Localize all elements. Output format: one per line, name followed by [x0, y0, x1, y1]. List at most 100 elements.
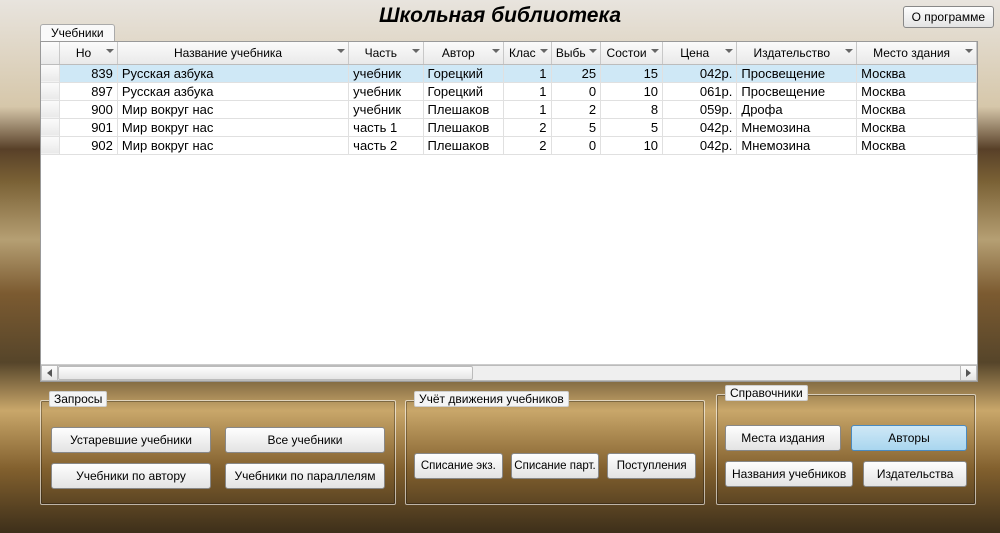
cell-title[interactable]: Мир вокруг нас — [117, 136, 348, 154]
btn-places[interactable]: Места издания — [725, 425, 841, 451]
cell-id[interactable]: 900 — [60, 100, 118, 118]
column-header[interactable]: Автор — [423, 42, 504, 64]
cell-publisher[interactable]: Просвещение — [737, 64, 857, 82]
column-header[interactable]: Место здания — [857, 42, 977, 64]
btn-textbook-names[interactable]: Названия учебников — [725, 461, 853, 487]
column-header[interactable]: Часть — [349, 42, 423, 64]
about-button[interactable]: О программе — [903, 6, 994, 28]
cell-part[interactable]: учебник — [349, 64, 423, 82]
row-selector-cell[interactable] — [41, 100, 60, 118]
cell-id[interactable]: 902 — [60, 136, 118, 154]
column-header[interactable]: Издательство — [737, 42, 857, 64]
dropdown-icon[interactable] — [725, 49, 733, 57]
table-row[interactable]: 902Мир вокруг насчасть 2Плешаков2010042р… — [41, 136, 977, 154]
cell-grade[interactable]: 1 — [504, 82, 551, 100]
cell-author[interactable]: Плешаков — [423, 100, 504, 118]
cell-part[interactable]: часть 2 — [349, 136, 423, 154]
cell-out[interactable]: 25 — [551, 64, 601, 82]
cell-status[interactable]: 10 — [601, 82, 663, 100]
scroll-left-button[interactable] — [41, 365, 58, 381]
cell-author[interactable]: Горецкий — [423, 82, 504, 100]
scroll-track[interactable] — [58, 365, 960, 381]
dropdown-icon[interactable] — [589, 49, 597, 57]
cell-place[interactable]: Москва — [857, 100, 977, 118]
dropdown-icon[interactable] — [651, 49, 659, 57]
cell-id[interactable]: 901 — [60, 118, 118, 136]
btn-outdated-textbooks[interactable]: Устаревшие учебники — [51, 427, 211, 453]
column-header[interactable]: Но — [60, 42, 118, 64]
btn-writeoff-batch[interactable]: Списание парт. — [511, 453, 600, 479]
cell-part[interactable]: учебник — [349, 82, 423, 100]
cell-out[interactable]: 0 — [551, 82, 601, 100]
cell-author[interactable]: Плешаков — [423, 136, 504, 154]
btn-publishers[interactable]: Издательства — [863, 461, 967, 487]
cell-out[interactable]: 5 — [551, 118, 601, 136]
column-header[interactable]: Клас — [504, 42, 551, 64]
scroll-right-button[interactable] — [960, 365, 977, 381]
row-selector-cell[interactable] — [41, 136, 60, 154]
cell-price[interactable]: 042р. — [663, 118, 737, 136]
btn-textbooks-by-parallel[interactable]: Учебники по параллелям — [225, 463, 385, 489]
cell-status[interactable]: 8 — [601, 100, 663, 118]
table-row[interactable]: 900Мир вокруг насучебникПлешаков128059р.… — [41, 100, 977, 118]
cell-id[interactable]: 839 — [60, 64, 118, 82]
cell-part[interactable]: учебник — [349, 100, 423, 118]
cell-price[interactable]: 059р. — [663, 100, 737, 118]
scroll-thumb[interactable] — [58, 366, 473, 380]
table-row[interactable]: 901Мир вокруг насчасть 1Плешаков255042р.… — [41, 118, 977, 136]
cell-title[interactable]: Мир вокруг нас — [117, 100, 348, 118]
cell-grade[interactable]: 1 — [504, 64, 551, 82]
cell-title[interactable]: Мир вокруг нас — [117, 118, 348, 136]
btn-textbooks-by-author[interactable]: Учебники по автору — [51, 463, 211, 489]
cell-status[interactable]: 15 — [601, 64, 663, 82]
table-row[interactable]: 897Русская азбукаучебникГорецкий1010061р… — [41, 82, 977, 100]
cell-place[interactable]: Москва — [857, 64, 977, 82]
dropdown-icon[interactable] — [492, 49, 500, 57]
dropdown-icon[interactable] — [337, 49, 345, 57]
dropdown-icon[interactable] — [106, 49, 114, 57]
cell-grade[interactable]: 1 — [504, 100, 551, 118]
cell-grade[interactable]: 2 — [504, 118, 551, 136]
cell-author[interactable]: Плешаков — [423, 118, 504, 136]
row-selector-header[interactable] — [41, 42, 60, 64]
cell-price[interactable]: 042р. — [663, 64, 737, 82]
cell-publisher[interactable]: Мнемозина — [737, 136, 857, 154]
column-header[interactable]: Название учебника — [117, 42, 348, 64]
cell-place[interactable]: Москва — [857, 82, 977, 100]
cell-publisher[interactable]: Дрофа — [737, 100, 857, 118]
cell-author[interactable]: Горецкий — [423, 64, 504, 82]
data-grid[interactable]: НоНазвание учебникаЧастьАвторКласВыбьСос… — [40, 41, 978, 382]
tab-textbooks[interactable]: Учебники — [40, 24, 115, 42]
row-selector-cell[interactable] — [41, 64, 60, 82]
cell-publisher[interactable]: Мнемозина — [737, 118, 857, 136]
column-header[interactable]: Цена — [663, 42, 737, 64]
cell-title[interactable]: Русская азбука — [117, 64, 348, 82]
btn-income[interactable]: Поступления — [607, 453, 696, 479]
dropdown-icon[interactable] — [965, 49, 973, 57]
dropdown-icon[interactable] — [845, 49, 853, 57]
row-selector-cell[interactable] — [41, 118, 60, 136]
column-header[interactable]: Выбь — [551, 42, 601, 64]
btn-all-textbooks[interactable]: Все учебники — [225, 427, 385, 453]
cell-publisher[interactable]: Просвещение — [737, 82, 857, 100]
cell-part[interactable]: часть 1 — [349, 118, 423, 136]
horizontal-scrollbar[interactable] — [41, 364, 977, 381]
cell-price[interactable]: 042р. — [663, 136, 737, 154]
dropdown-icon[interactable] — [412, 49, 420, 57]
cell-price[interactable]: 061р. — [663, 82, 737, 100]
column-header[interactable]: Состои — [601, 42, 663, 64]
dropdown-icon[interactable] — [540, 49, 548, 57]
cell-status[interactable]: 10 — [601, 136, 663, 154]
cell-out[interactable]: 0 — [551, 136, 601, 154]
cell-title[interactable]: Русская азбука — [117, 82, 348, 100]
cell-id[interactable]: 897 — [60, 82, 118, 100]
cell-place[interactable]: Москва — [857, 118, 977, 136]
row-selector-cell[interactable] — [41, 82, 60, 100]
cell-place[interactable]: Москва — [857, 136, 977, 154]
cell-grade[interactable]: 2 — [504, 136, 551, 154]
btn-authors[interactable]: Авторы — [851, 425, 967, 451]
btn-writeoff-copies[interactable]: Списание экз. — [414, 453, 503, 479]
cell-out[interactable]: 2 — [551, 100, 601, 118]
cell-status[interactable]: 5 — [601, 118, 663, 136]
table-row[interactable]: 839Русская азбукаучебникГорецкий12515042… — [41, 64, 977, 82]
